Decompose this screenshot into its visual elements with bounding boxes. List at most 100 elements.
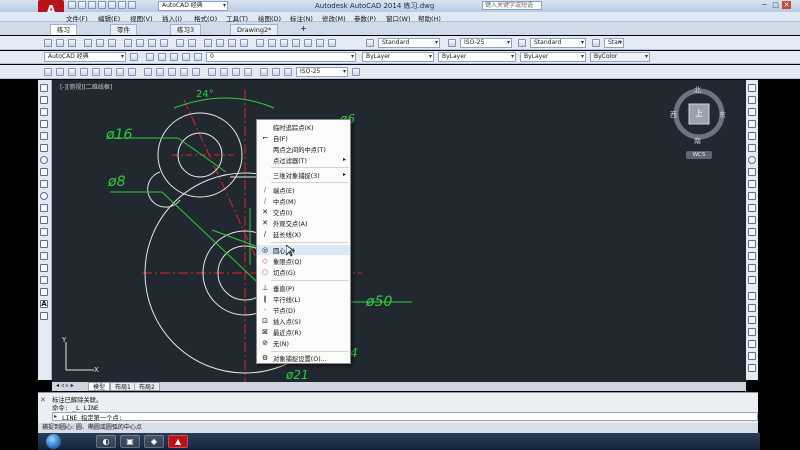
ctx-node[interactable]: · 节点(D) — [257, 305, 350, 315]
undo-icon[interactable] — [176, 39, 184, 47]
zoom-window-icon[interactable] — [228, 39, 236, 47]
help-search-input[interactable]: 键入关键字或短语 — [482, 1, 542, 10]
move-icon[interactable] — [748, 144, 756, 152]
new-tab-icon[interactable]: + — [300, 24, 307, 33]
compass-west[interactable]: 西 — [670, 110, 677, 120]
polyline-icon[interactable] — [40, 108, 48, 116]
ctx-tangent[interactable]: ○ 切点(G) — [257, 267, 350, 277]
dim-text-edit-icon[interactable] — [272, 68, 280, 76]
plotstyle-select[interactable]: ByColor — [590, 52, 650, 62]
make-block-icon[interactable] — [40, 228, 48, 236]
ctx-3d-osnap[interactable]: 三维对象捕捉(3) ▸ — [257, 170, 350, 180]
markup-icon[interactable] — [304, 39, 312, 47]
jogged-dim-icon[interactable] — [104, 68, 112, 76]
line-icon[interactable] — [40, 84, 48, 92]
taskbar-app-media[interactable]: ▣ — [120, 435, 140, 448]
ctx-quadrant[interactable]: ◇ 象限点(Q) — [257, 256, 350, 266]
lock-icon[interactable] — [194, 53, 202, 61]
doc-tab[interactable]: 练习 — [50, 24, 77, 35]
compass-south[interactable]: 南 — [694, 136, 701, 146]
compass-north[interactable]: 北 — [694, 85, 701, 95]
ctx-nearest[interactable]: ⊠ 最近点(R) — [257, 327, 350, 337]
help-icon[interactable] — [328, 39, 336, 47]
ctx-extension[interactable]: ∕ 延长线(X) — [257, 229, 350, 239]
snap-intersection-icon[interactable] — [748, 340, 756, 348]
chamfer-icon[interactable] — [748, 252, 756, 260]
save-icon[interactable] — [68, 39, 76, 47]
snap-settings-icon[interactable] — [748, 364, 756, 372]
angular-dim-icon[interactable] — [128, 68, 136, 76]
sun-icon[interactable] — [182, 53, 190, 61]
lineweight-select[interactable]: ByLayer — [520, 52, 586, 62]
ellipse-arc-icon[interactable] — [40, 204, 48, 212]
linetype-select[interactable]: ByLayer — [438, 52, 516, 62]
mtext-icon[interactable]: A — [40, 300, 48, 308]
undo-icon[interactable] — [118, 1, 126, 9]
dim-style-select[interactable]: ISO-25 — [460, 38, 512, 48]
stretch-icon[interactable] — [748, 180, 756, 188]
ctx-insertion[interactable]: ⊡ 插入点(S) — [257, 316, 350, 326]
gradient-icon[interactable] — [40, 264, 48, 272]
tab-nav-arrows-icon[interactable]: ◂ ◃ ▹ ▸ — [56, 382, 74, 389]
aligned-dim-icon[interactable] — [56, 68, 64, 76]
dim-style-combo[interactable]: ISO-25 — [296, 67, 348, 77]
ctx-mid-between-points[interactable]: 两点之间的中点(T) — [257, 144, 350, 154]
center-mark-icon[interactable] — [220, 68, 228, 76]
text-style-select[interactable]: Standard — [378, 38, 440, 48]
open-icon[interactable] — [56, 39, 64, 47]
linear-dim-icon[interactable] — [44, 68, 52, 76]
color-select[interactable]: ByLayer — [362, 52, 434, 62]
trim-icon[interactable] — [748, 192, 756, 200]
dim-update-icon[interactable] — [284, 68, 292, 76]
construction-line-icon[interactable] — [40, 96, 48, 104]
ctx-center[interactable]: ◎ 圆心(C) — [257, 245, 350, 255]
command-close-icon[interactable]: ✕ — [40, 396, 46, 404]
table-icon[interactable] — [40, 288, 48, 296]
mleader-style-select[interactable]: Stan — [604, 38, 624, 48]
revision-cloud-icon[interactable] — [40, 168, 48, 176]
region-icon[interactable] — [40, 276, 48, 284]
tab-layout2[interactable]: 布局2 — [134, 382, 160, 391]
redo-icon[interactable] — [128, 1, 136, 9]
print-icon[interactable] — [108, 1, 116, 9]
print-icon[interactable] — [84, 39, 92, 47]
ctx-midpoint[interactable]: ∕ 中点(M) — [257, 196, 350, 206]
doc-tab[interactable]: 零件 — [110, 24, 137, 35]
continue-dim-icon[interactable] — [168, 68, 176, 76]
explode-icon[interactable] — [748, 276, 756, 284]
snap-from-icon[interactable] — [748, 304, 756, 312]
break-point-icon[interactable] — [748, 216, 756, 224]
add-selected-icon[interactable] — [40, 312, 48, 320]
close-icon[interactable]: ✕ — [782, 1, 791, 9]
redo-icon[interactable] — [188, 39, 196, 47]
start-button[interactable] — [46, 434, 61, 449]
workspace-selector[interactable]: AutoCAD 经典 — [158, 1, 228, 11]
match-properties-icon[interactable] — [160, 39, 168, 47]
viewcube[interactable]: 北 南 东 西 上 WCS — [670, 84, 732, 160]
join-icon[interactable] — [748, 240, 756, 248]
snap-endpoint-icon[interactable] — [748, 316, 756, 324]
new-icon[interactable] — [68, 1, 76, 9]
ctx-none[interactable]: ⊘ 无(N) — [257, 338, 350, 348]
publish-icon[interactable] — [108, 39, 116, 47]
doc-tab[interactable]: Drawing2* — [230, 24, 279, 35]
ctx-osnap-settings[interactable]: ⚙ 对象捕捉设置(O)... — [257, 353, 350, 363]
viewcube-top-face[interactable]: 上 — [695, 108, 703, 119]
ctx-point-filters[interactable]: 点过滤器(T) ▸ — [257, 155, 350, 165]
break-icon[interactable] — [748, 228, 756, 236]
dim-break-icon[interactable] — [192, 68, 200, 76]
lightbulb-icon[interactable] — [170, 53, 178, 61]
layer-select[interactable]: 0 — [206, 52, 356, 62]
layer-state-icon[interactable] — [158, 53, 166, 61]
baseline-dim-icon[interactable] — [156, 68, 164, 76]
taskbar-app-autocad[interactable]: ▲ — [168, 435, 188, 448]
minimize-icon[interactable]: ─ — [760, 1, 769, 9]
ctx-perpendicular[interactable]: ⊥ 垂直(P) — [257, 283, 350, 293]
diameter-dim-icon[interactable] — [116, 68, 124, 76]
workspace-settings-icon[interactable] — [130, 53, 138, 61]
ctx-parallel[interactable]: ∥ 平行线(L) — [257, 294, 350, 304]
ctx-from[interactable]: ⌐ 自(F) — [257, 133, 350, 143]
open-icon[interactable] — [78, 1, 86, 9]
tolerance-icon[interactable] — [208, 68, 216, 76]
tool-palettes-icon[interactable] — [280, 39, 288, 47]
